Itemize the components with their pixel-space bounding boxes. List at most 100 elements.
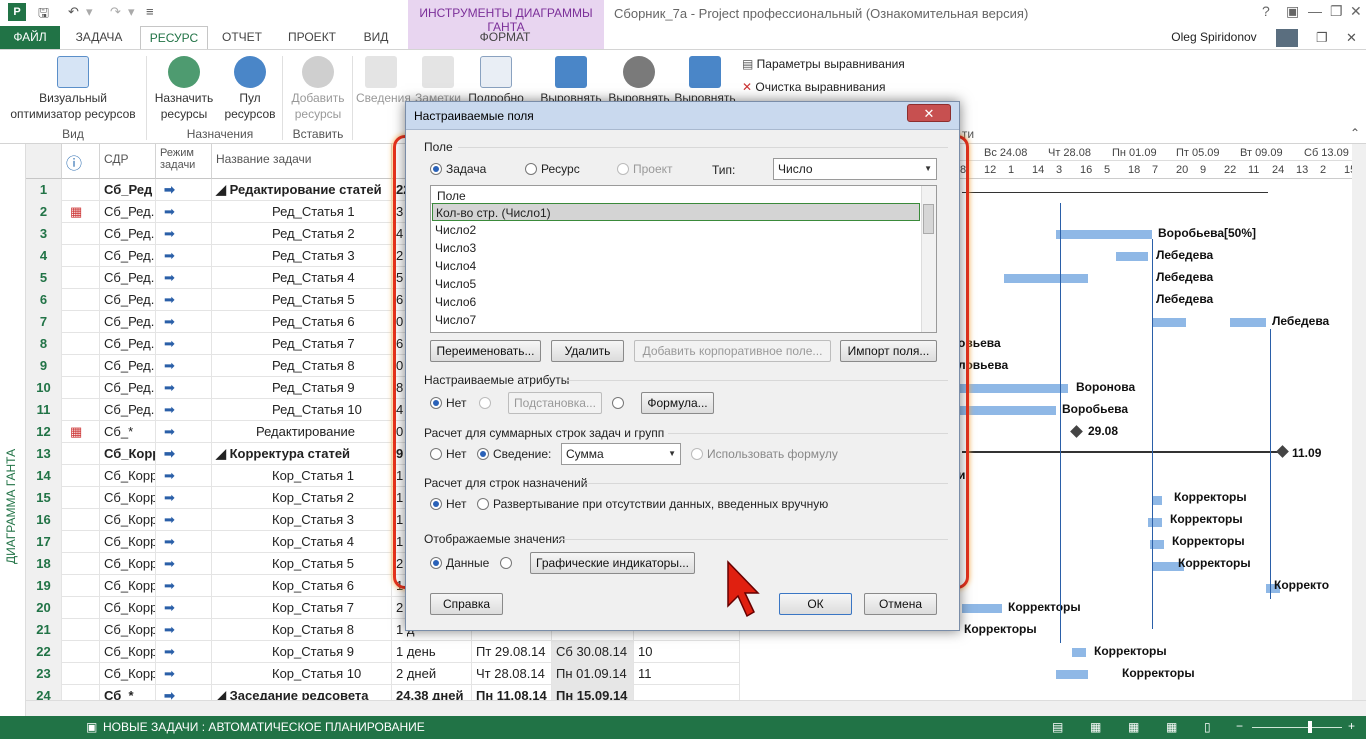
vertical-scrollbar[interactable] bbox=[1352, 144, 1366, 700]
table-row[interactable]: 22 Сб_Корр ➡ Кор_Статья 91 день Пт 29.08.14 С… bbox=[26, 641, 740, 663]
formula-button[interactable]: Формула... bbox=[641, 392, 714, 414]
row-number[interactable]: 13 bbox=[26, 443, 62, 465]
info-cell[interactable] bbox=[62, 509, 100, 531]
task-name-cell[interactable]: Ред_Статья 7 bbox=[212, 333, 392, 355]
wbs-cell[interactable]: Сб_Ред. bbox=[100, 223, 156, 245]
task-bar[interactable] bbox=[1116, 252, 1148, 261]
field-list-item[interactable]: Кол-во стр. (Число1) bbox=[432, 203, 920, 221]
cancel-button[interactable]: Отмена bbox=[864, 593, 937, 615]
info-cell[interactable] bbox=[62, 355, 100, 377]
info-cell[interactable] bbox=[62, 179, 100, 201]
mode-cell[interactable]: ➡ bbox=[156, 619, 212, 641]
collapse-ribbon-icon[interactable]: ⌃ bbox=[1350, 126, 1360, 140]
info-cell[interactable] bbox=[62, 575, 100, 597]
save-icon[interactable]: 🖫 bbox=[38, 4, 49, 26]
restore-icon[interactable]: ❐ bbox=[1330, 3, 1343, 20]
mode-cell[interactable]: ➡ bbox=[156, 289, 212, 311]
mode-cell[interactable]: ➡ bbox=[156, 245, 212, 267]
finish-cell[interactable]: Сб 30.08.14 bbox=[552, 641, 634, 663]
task-bar[interactable] bbox=[1152, 496, 1162, 505]
mode-column-header[interactable]: Режим задачи bbox=[156, 144, 212, 179]
import-field-button[interactable]: Импорт поля... bbox=[840, 340, 937, 362]
info-cell[interactable]: ▦ bbox=[62, 201, 100, 223]
row-number[interactable]: 23 bbox=[26, 663, 62, 685]
resource-sheet-icon[interactable]: ▦ bbox=[1166, 720, 1177, 734]
row-number[interactable]: 19 bbox=[26, 575, 62, 597]
restore-ribbon-icon[interactable]: ❐ bbox=[1316, 30, 1328, 46]
redo-icon[interactable]: ↷ bbox=[110, 4, 121, 20]
delete-button[interactable]: Удалить bbox=[551, 340, 624, 362]
wbs-cell[interactable]: Сб_Ред. bbox=[100, 311, 156, 333]
use-formula-radio[interactable] bbox=[691, 448, 703, 460]
wbs-cell[interactable]: Сб_Ред. bbox=[100, 377, 156, 399]
info-cell[interactable] bbox=[62, 531, 100, 553]
task-name-cell[interactable]: Кор_Статья 7 bbox=[212, 597, 392, 619]
undo-dropdown-icon[interactable]: ▾ bbox=[86, 4, 93, 20]
wbs-cell[interactable]: Сб_Корр bbox=[100, 597, 156, 619]
level-selection-button[interactable]: Выровнять bbox=[538, 56, 604, 106]
task-name-cell[interactable]: Кор_Статья 2 bbox=[212, 487, 392, 509]
tab-task[interactable]: ЗАДАЧА bbox=[66, 26, 132, 49]
tab-resource[interactable]: РЕСУРС bbox=[140, 26, 208, 49]
field-list-item[interactable]: Число6 bbox=[432, 293, 920, 311]
task-name-cell[interactable]: Кор_Статья 8 bbox=[212, 619, 392, 641]
task-name-cell[interactable]: Кор_Статья 3 bbox=[212, 509, 392, 531]
wbs-cell[interactable]: Сб_Корр bbox=[100, 663, 156, 685]
wbs-cell[interactable]: Сб_Корр bbox=[100, 619, 156, 641]
info-cell[interactable] bbox=[62, 663, 100, 685]
zoom-slider[interactable] bbox=[1252, 727, 1342, 728]
mode-cell[interactable]: ➡ bbox=[156, 399, 212, 421]
info-cell[interactable]: ▦ bbox=[62, 421, 100, 443]
gantt-view-icon[interactable]: ▦ bbox=[1090, 720, 1101, 734]
mode-cell[interactable]: ➡ bbox=[156, 443, 212, 465]
task-bar[interactable] bbox=[958, 406, 1056, 415]
info-cell[interactable] bbox=[62, 553, 100, 575]
tab-file[interactable]: ФАЙЛ bbox=[0, 26, 60, 49]
row-number[interactable]: 8 bbox=[26, 333, 62, 355]
mode-cell[interactable]: ➡ bbox=[156, 223, 212, 245]
info-cell[interactable] bbox=[62, 443, 100, 465]
info-cell[interactable] bbox=[62, 289, 100, 311]
zoom-slider-thumb[interactable] bbox=[1308, 721, 1312, 733]
row-number[interactable]: 22 bbox=[26, 641, 62, 663]
row-number[interactable]: 1 bbox=[26, 179, 62, 201]
info-cell[interactable] bbox=[62, 487, 100, 509]
duration-cell[interactable]: 24,38 дней bbox=[392, 685, 472, 700]
finish-cell[interactable]: Пн 15.09.14 bbox=[552, 685, 634, 700]
report-icon[interactable]: ▯ bbox=[1204, 720, 1211, 734]
task-bar[interactable] bbox=[1004, 274, 1088, 283]
assign-none-radio[interactable] bbox=[430, 498, 442, 510]
info-cell[interactable] bbox=[62, 465, 100, 487]
wbs-cell[interactable]: Сб_Ред. bbox=[100, 201, 156, 223]
duration-cell[interactable]: 2 дней bbox=[392, 663, 472, 685]
task-name-cell[interactable]: Ред_Статья 4 bbox=[212, 267, 392, 289]
type-select[interactable]: Число bbox=[773, 158, 937, 180]
wbs-cell[interactable]: Сб_Ред bbox=[100, 179, 156, 201]
visual-optimizer-button[interactable]: Визуальный оптимизатор ресурсов bbox=[6, 56, 140, 122]
mode-cell[interactable]: ➡ bbox=[156, 575, 212, 597]
row-number[interactable]: 15 bbox=[26, 487, 62, 509]
formula-radio[interactable] bbox=[612, 397, 624, 409]
mode-cell[interactable]: ➡ bbox=[156, 531, 212, 553]
task-name-cell[interactable]: ◢ Редактирование статей bbox=[212, 179, 392, 201]
lookup-button[interactable]: Подстановка... bbox=[508, 392, 602, 414]
row-number[interactable]: 3 bbox=[26, 223, 62, 245]
dialog-close-icon[interactable]: ✕ bbox=[907, 104, 951, 122]
info-cell[interactable] bbox=[62, 311, 100, 333]
start-cell[interactable]: Пн 11.08.14 bbox=[472, 685, 552, 700]
undo-icon[interactable]: ↶ bbox=[68, 4, 79, 20]
predecessors-cell[interactable]: 11 bbox=[634, 663, 740, 685]
info-cell[interactable] bbox=[62, 333, 100, 355]
wbs-cell[interactable]: Сб_Корр bbox=[100, 509, 156, 531]
wbs-cell[interactable]: Сб_Корр bbox=[100, 575, 156, 597]
task-name-cell[interactable]: Ред_Статья 2 bbox=[212, 223, 392, 245]
tab-view[interactable]: ВИД bbox=[352, 26, 400, 49]
task-usage-icon[interactable]: ▤ bbox=[1052, 720, 1063, 734]
row-number[interactable]: 24 bbox=[26, 685, 62, 700]
task-name-cell[interactable]: Кор_Статья 4 bbox=[212, 531, 392, 553]
row-number[interactable]: 10 bbox=[26, 377, 62, 399]
field-list-item[interactable]: Число3 bbox=[432, 239, 920, 257]
close-window-icon[interactable]: ✕ bbox=[1350, 3, 1362, 20]
task-bar[interactable] bbox=[1056, 670, 1088, 679]
row-number[interactable]: 20 bbox=[26, 597, 62, 619]
